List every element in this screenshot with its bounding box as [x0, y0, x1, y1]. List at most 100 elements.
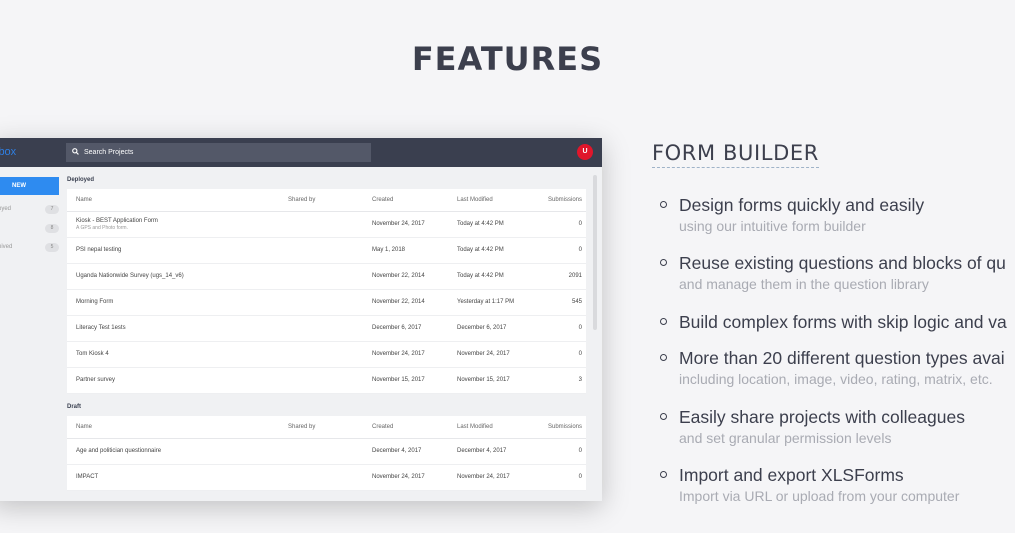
submission-count: 0 [578, 448, 582, 454]
submission-count: 0 [578, 325, 582, 331]
created-date: November 24, 2017 [372, 474, 425, 480]
project-description: A GPS and Photo form. [76, 225, 128, 231]
header-last-modified[interactable]: Last Modified [457, 189, 493, 211]
feature-heading: Build complex forms with skip logic and … [679, 312, 1007, 332]
app-sidebar: NEW oyed 7 t 8 hived 5 [0, 167, 63, 501]
created-date: November 15, 2017 [372, 377, 425, 383]
header-name[interactable]: Name [76, 189, 92, 211]
bullet-icon [660, 354, 667, 361]
header-name[interactable]: Name [76, 416, 92, 438]
scrollbar[interactable] [593, 175, 597, 330]
feature-description: Import via URL or upload from your compu… [679, 488, 960, 504]
header-shared-by[interactable]: Shared by [288, 416, 315, 438]
table-row[interactable]: Morning Form November 22, 2014 Yesterday… [67, 290, 586, 316]
feature-description: and set granular permission levels [679, 430, 892, 446]
draft-table: Name Shared by Created Last Modified Sub… [67, 416, 586, 491]
search-placeholder: Search Projects [84, 149, 134, 156]
bullet-icon [660, 413, 667, 420]
project-title: Kiosk - BEST Application Form [76, 218, 158, 224]
avatar[interactable]: U [577, 144, 593, 160]
bullet-icon [660, 318, 667, 325]
modified-date: November 15, 2017 [457, 377, 510, 383]
section-label-draft: Draft [67, 404, 82, 410]
table-row[interactable]: Partner survey November 15, 2017 Novembe… [67, 368, 586, 394]
sidebar-item-archived[interactable]: hived 5 [0, 243, 59, 253]
project-list: Deployed Name Shared by Created Last Mod… [63, 167, 602, 501]
submission-count: 0 [578, 351, 582, 357]
project-name: IMPACT [76, 474, 99, 480]
created-date: November 22, 2014 [372, 299, 425, 305]
app-screenshot: lbox Search Projects U NEW oyed 7 t 8 hi… [0, 138, 602, 501]
feature-description: including location, image, video, rating… [679, 371, 993, 387]
search-projects-input[interactable]: Search Projects [66, 143, 371, 162]
project-name: Literacy Test 1ests [76, 325, 126, 331]
table-row[interactable]: PSI nepal testing May 1, 2018 Today at 4… [67, 238, 586, 264]
header-last-modified[interactable]: Last Modified [457, 416, 493, 438]
table-row[interactable]: Age and politician questionnaire Decembe… [67, 439, 586, 465]
section-label-deployed: Deployed [67, 177, 95, 183]
table-row[interactable]: IMPACT November 24, 2017 November 24, 20… [67, 465, 586, 491]
table-row[interactable]: Literacy Test 1ests December 6, 2017 Dec… [67, 316, 586, 342]
table-row[interactable]: Uganda Nationwide Survey (ugs_14_v6) Nov… [67, 264, 586, 290]
submission-count: 0 [578, 221, 582, 227]
bullet-icon [660, 259, 667, 266]
feature-heading: More than 20 different question types av… [679, 348, 1005, 368]
modified-date: December 6, 2017 [457, 325, 507, 331]
submission-count: 0 [578, 247, 582, 253]
feature-heading: Design forms quickly and easily [679, 195, 925, 215]
project-name: Age and politician questionnaire [76, 448, 162, 454]
table-header: Name Shared by Created Last Modified Sub… [67, 189, 586, 212]
modified-date: Today at 4:42 PM [457, 221, 504, 227]
submission-count: 3 [578, 377, 582, 383]
sidebar-item-deployed[interactable]: oyed 7 [0, 205, 59, 215]
modified-date: Today at 4:42 PM [457, 247, 504, 253]
section-title: FORM BUILDER [652, 141, 819, 168]
search-icon [72, 148, 79, 155]
project-name: Uganda Nationwide Survey (ugs_14_v6) [76, 273, 184, 279]
deployed-table: Name Shared by Created Last Modified Sub… [67, 189, 586, 394]
header-created[interactable]: Created [372, 189, 393, 211]
table-row[interactable]: Kiosk - BEST Application Form A GPS and P… [67, 212, 586, 238]
feature-description: using our intuitive form builder [679, 218, 866, 234]
feature-heading: Reuse existing questions and blocks of q… [679, 253, 1006, 273]
count-badge: 7 [45, 205, 59, 214]
new-button[interactable]: NEW [0, 177, 59, 195]
submission-count: 545 [571, 299, 582, 305]
table-row[interactable]: Tom Kiosk 4 November 24, 2017 November 2… [67, 342, 586, 368]
created-date: December 4, 2017 [372, 448, 422, 454]
submission-count: 0 [578, 474, 582, 480]
project-name: Partner survey [76, 377, 116, 383]
project-name: Tom Kiosk 4 [76, 351, 109, 357]
header-submissions[interactable]: Submissions [548, 416, 582, 438]
project-name: PSI nepal testing [76, 247, 122, 253]
sidebar-item-label: hived [0, 244, 13, 250]
modified-date: December 4, 2017 [457, 448, 507, 454]
feature-description: and manage them in the question library [679, 276, 929, 292]
created-date: November 24, 2017 [372, 351, 425, 357]
project-name: Morning Form [76, 299, 114, 305]
feature-heading: Easily share projects with colleagues [679, 407, 965, 427]
app-logo: lbox [0, 146, 17, 158]
header-submissions[interactable]: Submissions [548, 189, 582, 211]
project-name: Kiosk - BEST Application Form A GPS and P… [76, 218, 158, 231]
created-date: December 6, 2017 [372, 325, 422, 331]
feature-heading: Import and export XLSForms [679, 465, 904, 485]
created-date: May 1, 2018 [372, 247, 406, 253]
page-title: FEATURES [411, 40, 604, 78]
submission-count: 2091 [568, 273, 582, 279]
header-created[interactable]: Created [372, 416, 393, 438]
created-date: November 22, 2014 [372, 273, 425, 279]
app-topbar: lbox Search Projects U [0, 138, 602, 167]
modified-date: November 24, 2017 [457, 351, 510, 357]
bullet-icon [660, 201, 667, 208]
bullet-icon [660, 471, 667, 478]
created-date: November 24, 2017 [372, 221, 425, 227]
modified-date: Yesterday at 1:17 PM [457, 299, 515, 305]
count-badge: 5 [45, 243, 59, 252]
modified-date: November 24, 2017 [457, 474, 510, 480]
sidebar-item-label: oyed [0, 206, 12, 212]
header-shared-by[interactable]: Shared by [288, 189, 315, 211]
count-badge: 8 [45, 224, 59, 233]
sidebar-item-draft[interactable]: t 8 [0, 224, 59, 234]
modified-date: Today at 4:42 PM [457, 273, 504, 279]
